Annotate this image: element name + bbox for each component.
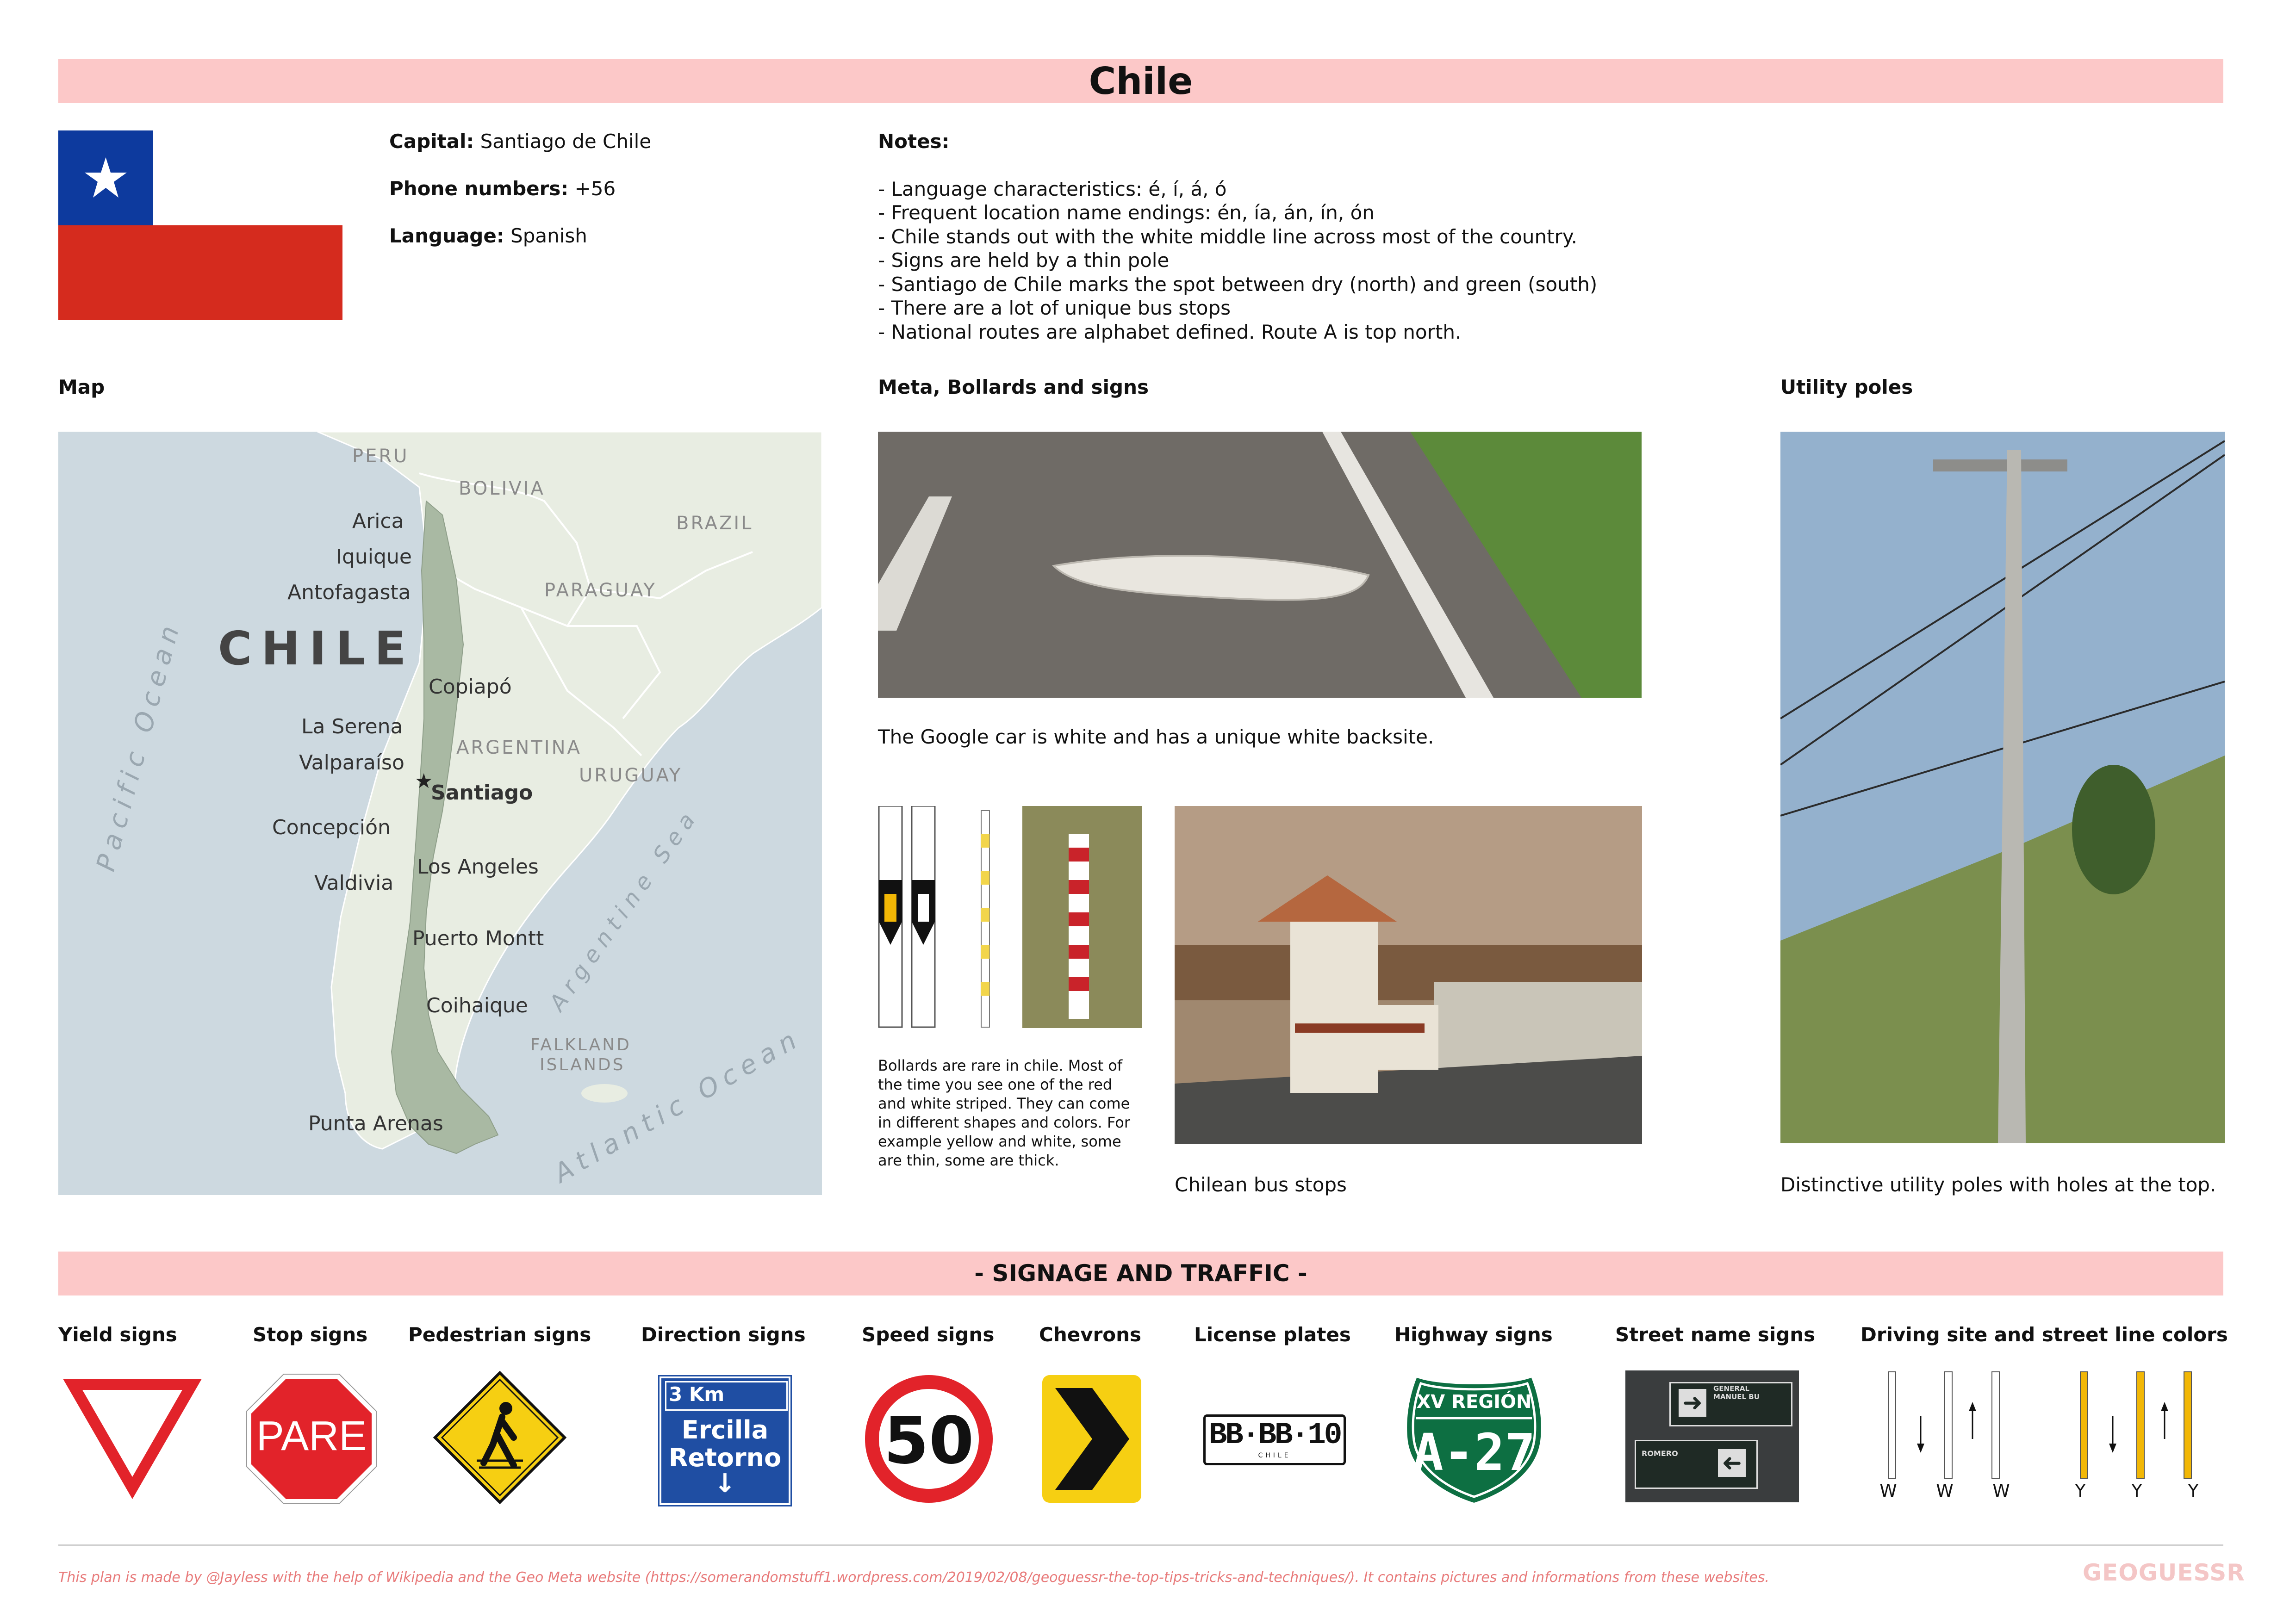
note-item: - Language characteristics: é, í, á, ó	[878, 177, 1227, 200]
capital-label: Capital:	[389, 130, 474, 153]
license-plate: BB·BB·10 CHILE	[1203, 1414, 1346, 1465]
city-iquique: Iquique	[336, 545, 412, 569]
bollards-caption: Bollards are rare in chile. Most of the …	[878, 1057, 1131, 1169]
yield-sign-icon	[63, 1379, 202, 1499]
note-item: - Santiago de Chile marks the spot betwe…	[878, 273, 1598, 296]
poles-heading: Utility poles	[1780, 376, 1913, 398]
notes: Notes: - Language characteristics: é, í,…	[878, 130, 2128, 344]
lane-label-y2: Y	[2131, 1481, 2142, 1501]
direction-line2: Retorno	[668, 1443, 782, 1472]
language-value: Spanish	[510, 224, 587, 247]
capital-star-icon: ★	[415, 769, 433, 793]
meta-heading: Meta, Bollards and signs	[878, 376, 1149, 398]
speed-heading: Speed signs	[862, 1323, 995, 1346]
lane-label-w1: W	[1879, 1481, 1897, 1501]
note-item: - Frequent location name endings: én, ía…	[878, 201, 1375, 224]
note-item: - There are a lot of unique bus stops	[878, 297, 1231, 319]
note-item: - National routes are alphabet defined. …	[878, 320, 1462, 343]
utility-pole-photo	[1780, 432, 2225, 1143]
city-santiago: Santiago	[431, 781, 533, 805]
bus-stop-caption: Chilean bus stops	[1175, 1173, 1347, 1196]
language-label: Language:	[389, 224, 504, 247]
capital-value: Santiago de Chile	[480, 130, 652, 153]
city-laserena: La Serena	[301, 715, 403, 738]
map-heading: Map	[58, 376, 105, 398]
label-falkland: FALKLAND	[530, 1035, 631, 1054]
label-uruguay: URUGUAY	[579, 765, 683, 786]
stop-sign-icon: PARE	[244, 1372, 379, 1506]
street-name-sign: ➜ GENERAL MANUEL BU ➜ ROMERO	[1625, 1370, 1799, 1502]
arrow-right-icon: ➜	[1679, 1389, 1706, 1417]
city-antofagasta: Antofagasta	[287, 581, 411, 604]
label-brazil: BRAZIL	[676, 513, 753, 534]
footer-divider	[58, 1544, 2223, 1546]
direction-line1: Ercilla	[681, 1415, 769, 1444]
country-info: Capital: Santiago de Chile Phone numbers…	[389, 130, 651, 248]
plate-number: BB·BB·10	[1208, 1418, 1343, 1452]
label-chile: CHILE	[218, 621, 416, 676]
geoguessr-logo: GEOGUESSR	[2083, 1559, 2245, 1586]
street-heading: Street name signs	[1615, 1323, 1816, 1346]
note-item: - Signs are held by a thin pole	[878, 249, 1170, 272]
lane-label-y3: Y	[2188, 1481, 2199, 1501]
city-copiapo: Copiapó	[429, 675, 512, 699]
notes-heading: Notes:	[878, 130, 950, 153]
highway-heading: Highway signs	[1394, 1323, 1553, 1346]
phone-value: +56	[574, 177, 616, 200]
google-car-caption: The Google car is white and has a unique…	[878, 725, 1434, 748]
chile-flag	[58, 130, 342, 320]
speed-value: 50	[884, 1403, 974, 1479]
label-bolivia: BOLIVIA	[459, 478, 545, 499]
highway-region: XV REGIÓN	[1416, 1391, 1532, 1413]
highway-sign: XV REGIÓN A-27	[1402, 1372, 1546, 1506]
lane-label-w2: W	[1936, 1481, 1954, 1501]
city-concepcion: Concepción	[272, 816, 391, 839]
street-sign2-text: ROMERO	[1642, 1449, 1678, 1458]
city-puertomontt: Puerto Montt	[412, 927, 544, 950]
chevron-sign-icon	[1042, 1375, 1141, 1503]
city-arica: Arica	[352, 509, 404, 533]
utility-pole-caption: Distinctive utility poles with holes at …	[1780, 1173, 2216, 1196]
label-islands: ISLANDS	[540, 1055, 625, 1074]
label-paraguay: PARAGUAY	[544, 580, 657, 601]
direction-km: 3 Km	[669, 1383, 725, 1406]
page-title: Chile	[58, 59, 2223, 103]
pedestrian-heading: Pedestrian signs	[408, 1323, 591, 1346]
direction-heading: Direction signs	[641, 1323, 806, 1346]
note-item: - Chile stands out with the white middle…	[878, 225, 1578, 248]
speed-sign: 50	[862, 1372, 996, 1506]
yellow-lines-diagram	[2080, 1371, 2192, 1479]
yield-heading: Yield signs	[58, 1323, 177, 1346]
driving-heading: Driving site and street line colors	[1860, 1323, 2228, 1346]
map: PERU BOLIVIA BRAZIL PARAGUAY CHILE ARGEN…	[58, 432, 822, 1195]
city-losangeles: Los Angeles	[417, 855, 539, 879]
city-coihaique: Coihaique	[426, 994, 528, 1017]
chevrons-heading: Chevrons	[1039, 1323, 1142, 1346]
down-arrow-icon: ↓	[714, 1469, 736, 1499]
footer-credits: This plan is made by @Jayless with the h…	[58, 1569, 1769, 1586]
stop-heading: Stop signs	[253, 1323, 368, 1346]
pedestrian-sign-icon	[433, 1370, 567, 1505]
bollards-images	[878, 805, 1142, 1028]
stop-sign-text: PARE	[256, 1413, 367, 1459]
direction-sign: 3 Km Ercilla Retorno ↓	[658, 1375, 792, 1506]
google-car-photo	[878, 432, 1642, 698]
plate-country: CHILE	[1258, 1452, 1291, 1459]
lane-label-y1: Y	[2075, 1481, 2086, 1501]
arrow-left-icon: ➜	[1718, 1449, 1746, 1477]
plates-heading: License plates	[1194, 1323, 1351, 1346]
highway-route: A-27	[1412, 1423, 1536, 1482]
white-lines-diagram	[1888, 1371, 2000, 1479]
lane-label-w3: W	[1992, 1481, 2010, 1501]
city-valdivia: Valdivia	[314, 871, 394, 895]
signage-banner: - SIGNAGE AND TRAFFIC -	[58, 1252, 2223, 1295]
label-argentina: ARGENTINA	[456, 737, 582, 758]
label-peru: PERU	[352, 446, 409, 467]
city-puntaarenas: Punta Arenas	[308, 1112, 443, 1135]
bus-stop-photo	[1175, 806, 1642, 1144]
phone-label: Phone numbers:	[389, 177, 569, 200]
city-valparaiso: Valparaíso	[299, 751, 404, 775]
street-sign1-text: GENERAL MANUEL BU	[1713, 1384, 1760, 1401]
